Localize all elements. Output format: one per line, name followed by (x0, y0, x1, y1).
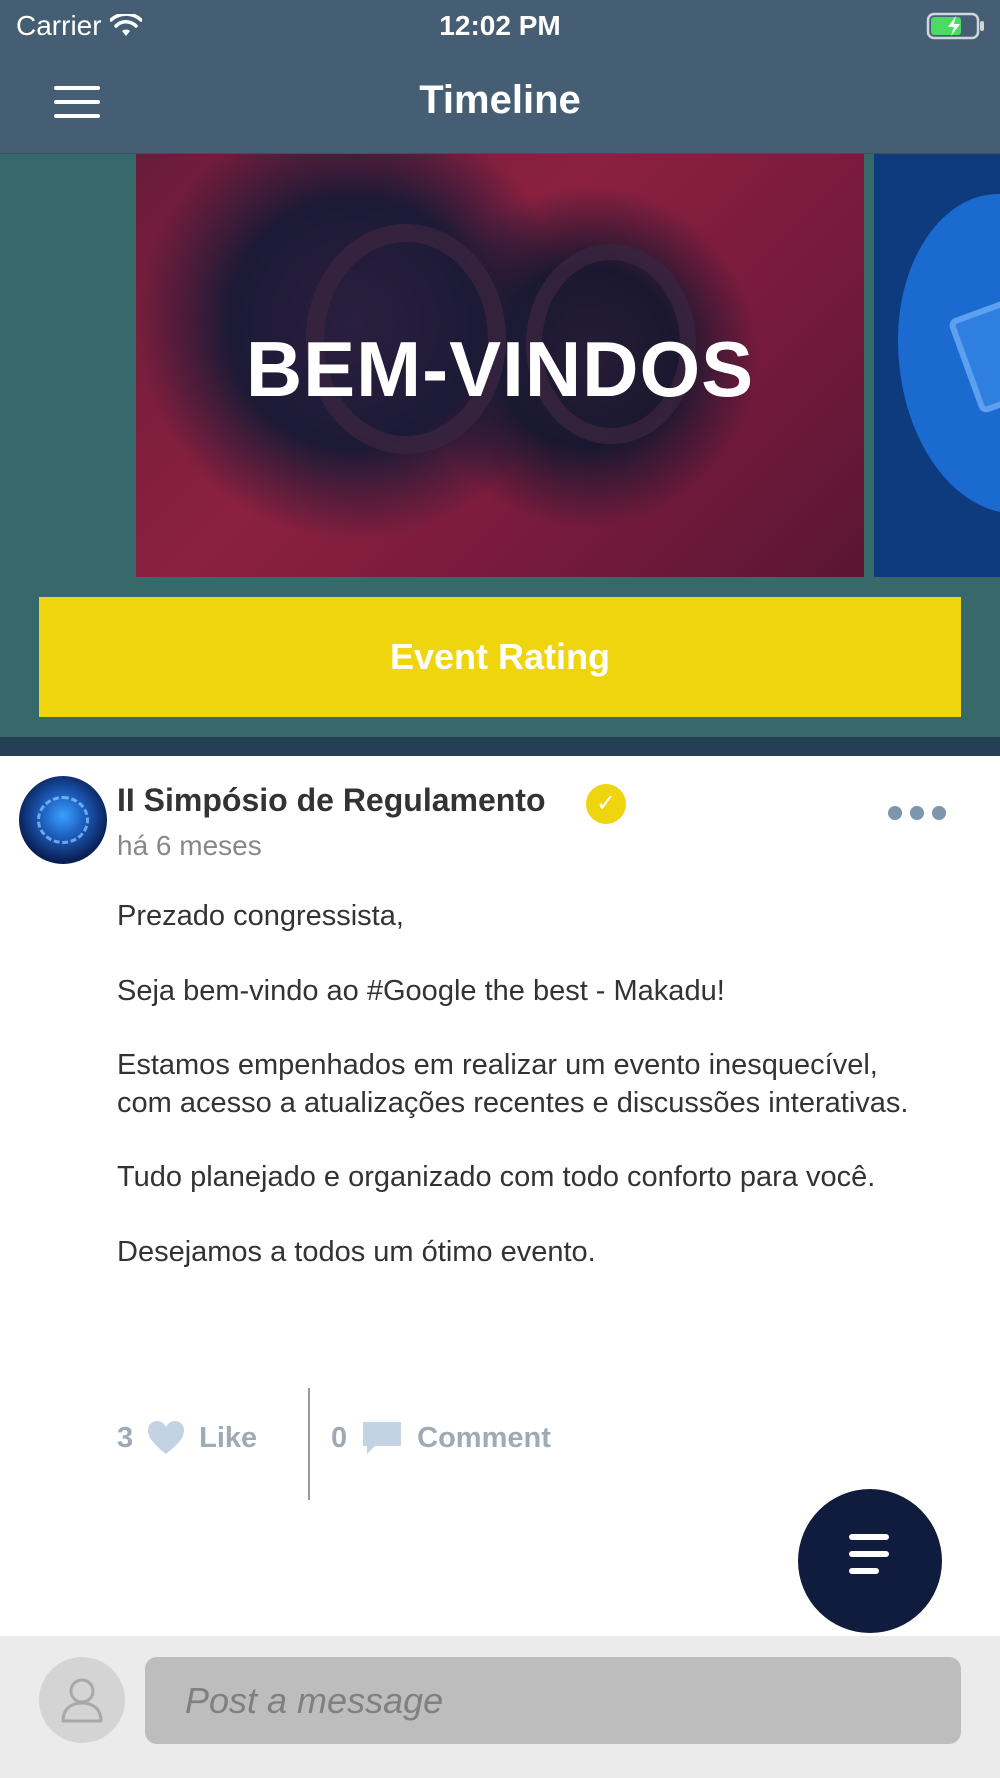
nav-bar: Timeline (0, 52, 1000, 154)
like-count: 3 (117, 1421, 134, 1454)
post-paragraph: Seja bem-vindo ao #Google the best - Mak… (117, 974, 725, 1007)
filter-fab-button[interactable] (798, 1489, 942, 1633)
post-author-avatar[interactable] (19, 776, 107, 864)
banner-slide-next[interactable] (874, 154, 1000, 577)
post-paragraph: Desejamos a todos um ótimo evento. (117, 1235, 596, 1268)
status-bar: Carrier 12:02 PM (0, 0, 1000, 52)
comment-count: 0 (331, 1421, 348, 1454)
actions-separator (308, 1388, 310, 1500)
post-paragraph: Prezado congressista, (117, 900, 404, 932)
post-paragraph: Estamos empenhados em realizar um evento… (117, 1049, 909, 1119)
post-author-name[interactable]: II Simpósio de Regulamento (117, 782, 546, 819)
comment-label: Comment (417, 1421, 551, 1454)
banner-slide-welcome[interactable]: BEM-VINDOS (136, 154, 864, 577)
banner-headline: BEM-VINDOS (245, 325, 755, 413)
user-icon[interactable] (39, 1657, 125, 1743)
verified-check-icon: ✓ (586, 784, 626, 824)
battery-charging-icon (926, 12, 984, 40)
like-button[interactable]: 3 Like (117, 1420, 257, 1456)
page-title: Timeline (419, 78, 581, 122)
heart-icon (148, 1421, 185, 1454)
comment-button[interactable]: 0 Comment (331, 1420, 551, 1456)
post-message-input[interactable] (145, 1657, 961, 1744)
post-paragraph: Tudo planejado e organizado com todo con… (117, 1161, 876, 1193)
top-bar: Carrier 12:02 PM Timeline (0, 0, 1000, 154)
section-divider (0, 737, 1000, 756)
status-time: 12:02 PM (439, 10, 561, 41)
post-actions: 3 Like 0 Comment (0, 1388, 1000, 1506)
message-composer (0, 1636, 1000, 1778)
post-body: Prezado congressista, Seja bem-vindo ao … (117, 898, 937, 1308)
post-timestamp: há 6 meses (117, 830, 262, 861)
event-rating-button[interactable]: Event Rating (39, 597, 961, 717)
comment-bubble-icon (363, 1422, 402, 1454)
like-label: Like (199, 1421, 258, 1454)
more-dots-icon[interactable] (888, 806, 948, 826)
banner-carousel[interactable]: BEM-VINDOS Event Rating (0, 154, 1000, 737)
